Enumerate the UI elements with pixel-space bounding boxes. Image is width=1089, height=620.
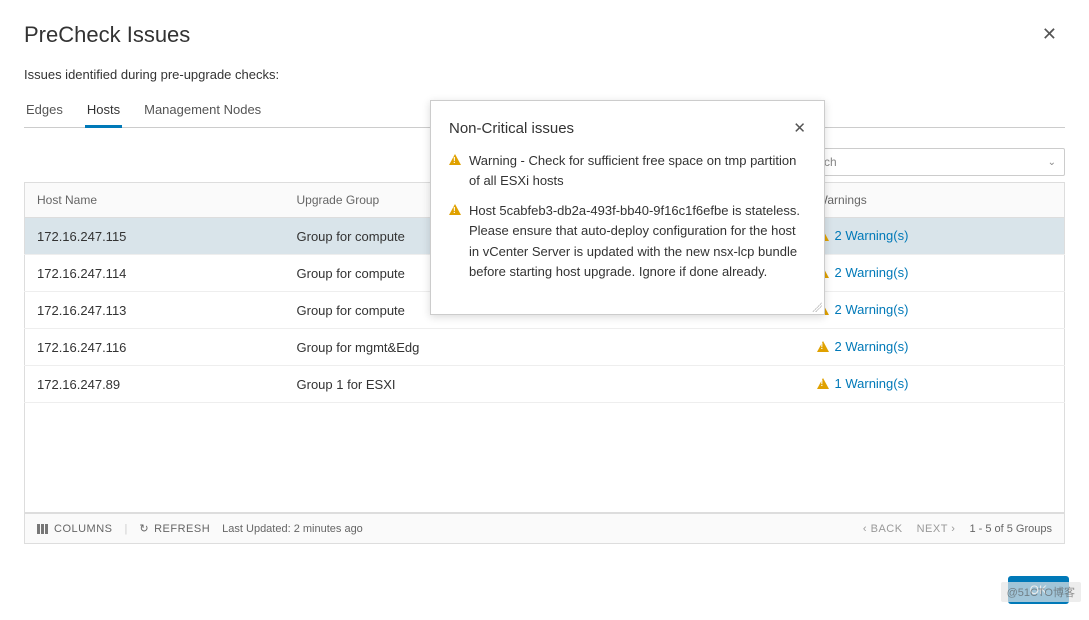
warnings-count-text: 2 Warning(s) — [835, 302, 909, 317]
last-updated-text: Last Updated: 2 minutes ago — [222, 523, 363, 535]
ok-button[interactable]: OK — [1008, 576, 1069, 604]
cell-host-name: 172.16.247.89 — [25, 366, 285, 403]
warnings-count-text: 2 Warning(s) — [835, 339, 909, 354]
popover-close-icon[interactable]: ✕ — [793, 119, 806, 137]
tab-edges[interactable]: Edges — [24, 96, 65, 127]
cell-warnings: 1 Warning(s) — [805, 366, 1065, 403]
search-select[interactable]: ch ⌄ — [815, 148, 1065, 176]
columns-label: COLUMNS — [54, 523, 113, 535]
page-subtitle: Issues identified during pre-upgrade che… — [24, 67, 1065, 82]
popover-item: Host 5cabfeb3-db2a-493f-bb40-9f16c1f6efb… — [449, 201, 806, 282]
columns-button[interactable]: COLUMNS — [37, 523, 113, 535]
warnings-link[interactable]: 2 Warning(s) — [817, 302, 909, 317]
search-placeholder: ch — [824, 155, 837, 169]
warnings-link[interactable]: 2 Warning(s) — [817, 339, 909, 354]
back-button[interactable]: ‹ BACK — [863, 523, 903, 535]
table-row[interactable]: 172.16.247.89Group 1 for ESXI 1 Warning(s… — [25, 366, 1065, 403]
warnings-count-text: 2 Warning(s) — [835, 228, 909, 243]
refresh-icon: ↻ — [139, 522, 149, 535]
table-footer: COLUMNS | ↻ REFRESH Last Updated: 2 minu… — [24, 513, 1065, 544]
warning-icon — [449, 204, 461, 215]
cell-warnings: 2 Warning(s) — [805, 255, 1065, 292]
chevron-left-icon: ‹ — [863, 523, 867, 535]
chevron-down-icon: ⌄ — [1048, 157, 1056, 168]
popover-title: Non-Critical issues — [449, 120, 574, 137]
col-warnings[interactable]: Warnings — [805, 183, 1065, 218]
cell-host-name: 172.16.247.113 — [25, 292, 285, 329]
warnings-link[interactable]: 2 Warning(s) — [817, 228, 909, 243]
refresh-button[interactable]: ↻ REFRESH — [139, 522, 210, 535]
cell-warnings: 2 Warning(s) — [805, 218, 1065, 255]
table-row[interactable]: 172.16.247.116Group for mgmt&Edg 2 Warnin… — [25, 329, 1065, 366]
tab-management-nodes[interactable]: Management Nodes — [142, 96, 263, 127]
pagination-text: 1 - 5 of 5 Groups — [969, 523, 1052, 535]
cell-upgrade-group: Group 1 for ESXI — [285, 366, 805, 403]
warning-icon — [817, 378, 829, 389]
refresh-label: REFRESH — [154, 523, 210, 535]
warnings-link[interactable]: 2 Warning(s) — [817, 265, 909, 280]
cell-host-name: 172.16.247.115 — [25, 218, 285, 255]
issues-popover: Non-Critical issues ✕ Warning - Check fo… — [430, 100, 825, 315]
cell-warnings: 2 Warning(s) — [805, 329, 1065, 366]
popover-item-text: Warning - Check for sufficient free spac… — [469, 151, 806, 191]
resize-handle-icon[interactable] — [812, 302, 822, 312]
warning-icon — [817, 341, 829, 352]
popover-item-text: Host 5cabfeb3-db2a-493f-bb40-9f16c1f6efb… — [469, 201, 806, 282]
warnings-count-text: 2 Warning(s) — [835, 265, 909, 280]
col-host-name[interactable]: Host Name — [25, 183, 285, 218]
warnings-count-text: 1 Warning(s) — [835, 376, 909, 391]
warnings-link[interactable]: 1 Warning(s) — [817, 376, 909, 391]
close-icon[interactable]: ✕ — [1034, 20, 1065, 49]
cell-upgrade-group: Group for mgmt&Edg — [285, 329, 805, 366]
cell-host-name: 172.16.247.116 — [25, 329, 285, 366]
page-title: PreCheck Issues — [24, 22, 190, 48]
chevron-right-icon: › — [951, 523, 955, 535]
cell-host-name: 172.16.247.114 — [25, 255, 285, 292]
columns-icon — [37, 524, 49, 534]
popover-item: Warning - Check for sufficient free spac… — [449, 151, 806, 191]
warning-icon — [449, 154, 461, 165]
next-button[interactable]: NEXT › — [917, 523, 956, 535]
cell-warnings: 2 Warning(s) — [805, 292, 1065, 329]
back-label: BACK — [871, 523, 903, 535]
next-label: NEXT — [917, 523, 948, 535]
tab-hosts[interactable]: Hosts — [85, 96, 122, 127]
